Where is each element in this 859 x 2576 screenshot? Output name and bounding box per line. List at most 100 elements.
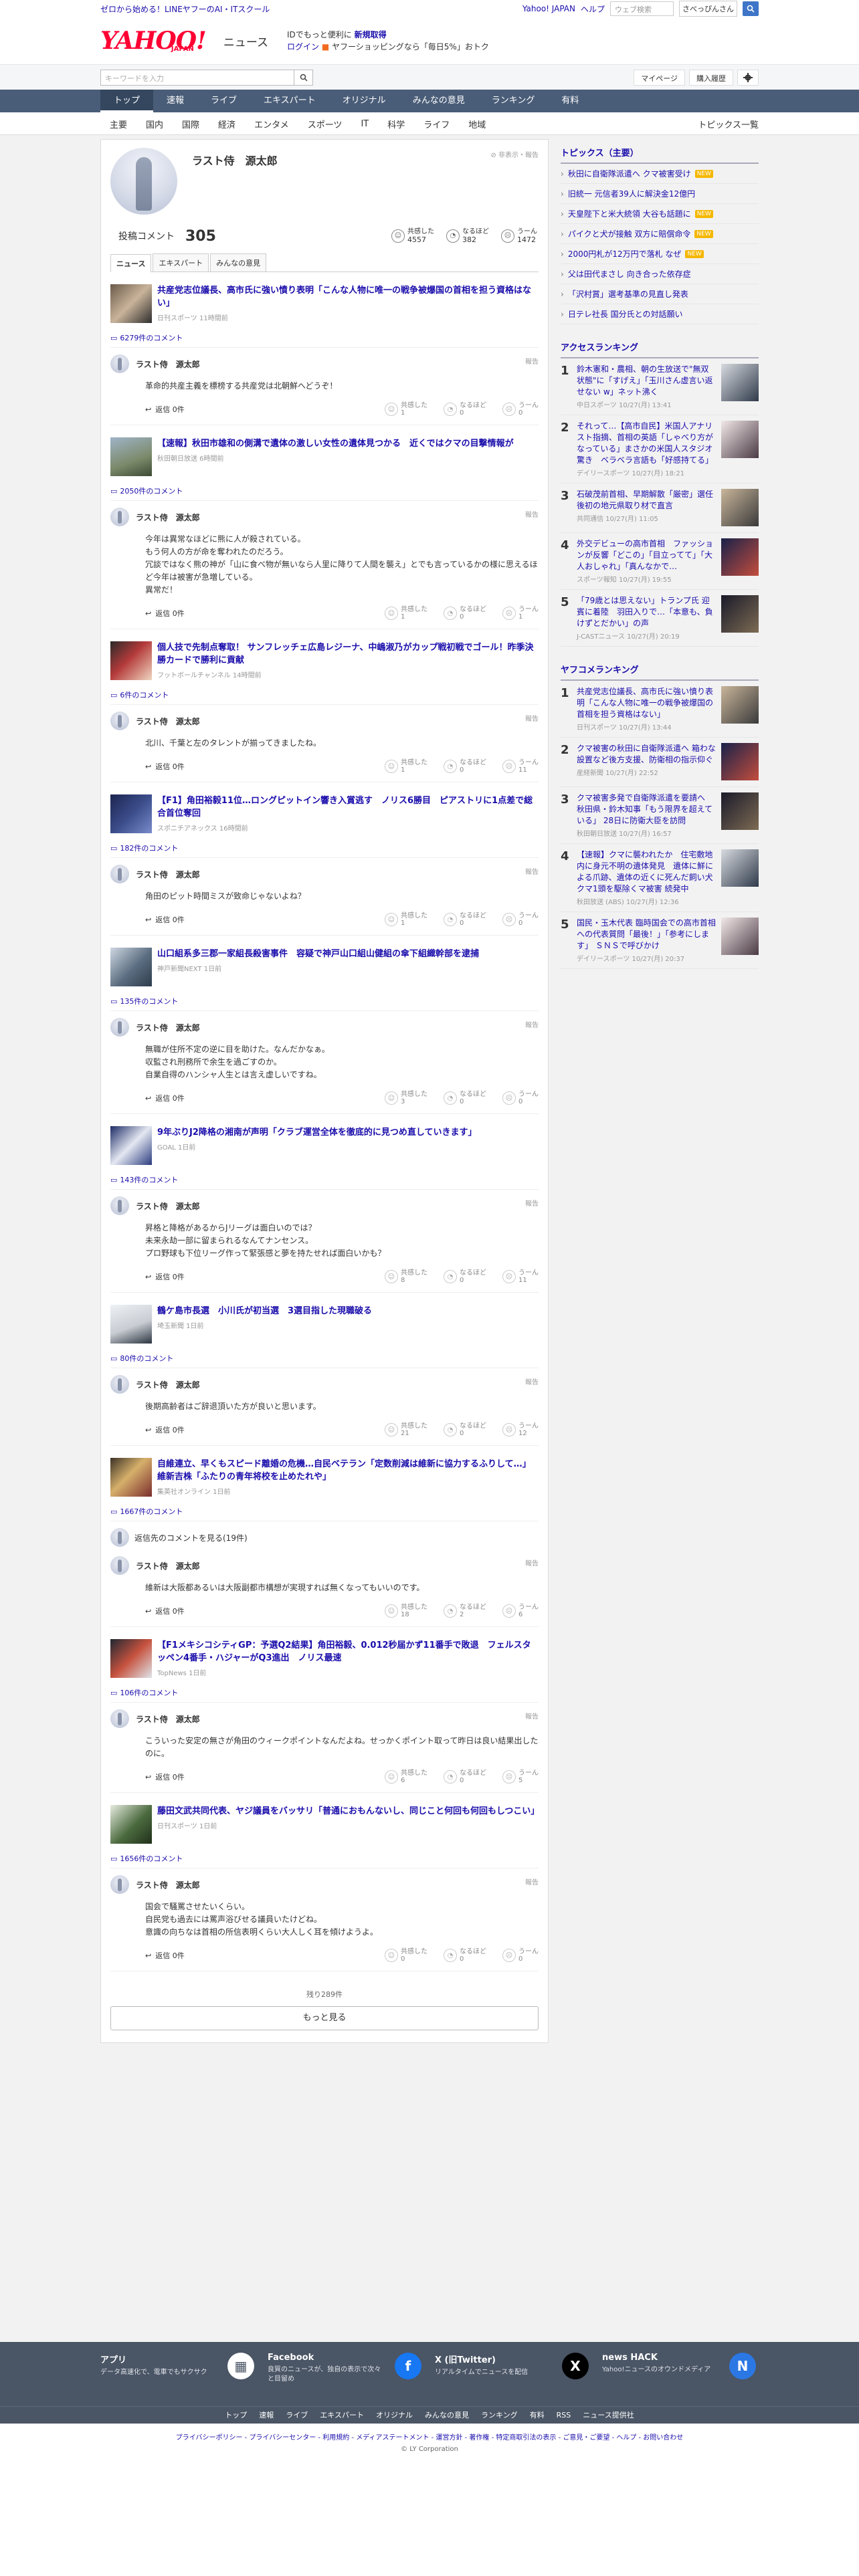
reaction-button-2[interactable]: ☹ うーん 1	[502, 606, 539, 621]
report-link[interactable]: 報告	[525, 1019, 539, 1029]
reply-button[interactable]: ↩ 返信 0件	[145, 1271, 185, 1282]
nav-tab-7[interactable]: 有料	[548, 90, 592, 112]
reply-button[interactable]: ↩ 返信 0件	[145, 914, 185, 925]
web-search-input[interactable]: ウェブ検索	[610, 1, 674, 16]
comment-count-link[interactable]: ▭ 1667件のコメント	[110, 1506, 539, 1521]
avatar[interactable]	[110, 1196, 129, 1215]
footer-links[interactable]: プライバシーポリシー - プライバシーセンター - 利用規約 - メディアステー…	[0, 2432, 859, 2442]
article-title[interactable]: 【F1メキシコシティGP：予選Q2結果】角田裕毅、0.012秒届かず11番手で敗…	[157, 1640, 531, 1663]
article-thumbnail[interactable]	[110, 794, 152, 833]
news-search-input[interactable]: キーワードを入力	[100, 70, 294, 86]
avatar[interactable]	[110, 1556, 129, 1575]
nav-tab-5[interactable]: みんなの意見	[399, 90, 478, 112]
reaction-button-1[interactable]: ◔ なるほど 0	[444, 1269, 486, 1284]
reaction-button-0[interactable]: ☺ 共感した 3	[385, 1091, 427, 1105]
subnav-item-3[interactable]: 経済	[209, 118, 245, 130]
subnav-item-5[interactable]: スポーツ	[298, 118, 352, 130]
subnav-item-1[interactable]: 国内	[136, 118, 173, 130]
comment-user-name[interactable]: ラスト侍 源太郎	[136, 1713, 200, 1725]
article-title[interactable]: 鶴ケ島市長選 小川氏が初当選 3選目指した現職破る	[157, 1306, 372, 1316]
comment-user-name[interactable]: ラスト侍 源太郎	[136, 1022, 200, 1033]
avatar[interactable]	[110, 354, 129, 373]
news-search-button[interactable]	[294, 70, 313, 86]
footer-card[interactable]: Facebook 良質のニュースが、独自の表示で次々と目留め f	[268, 2353, 421, 2384]
footer-nav-link[interactable]: 速報	[259, 2407, 274, 2424]
reply-button[interactable]: ↩ 返信 0件	[145, 1606, 185, 1616]
reaction-button-2[interactable]: ☹ うーん 12	[502, 1422, 539, 1437]
reply-button[interactable]: ↩ 返信 0件	[145, 404, 185, 415]
reaction-button-0[interactable]: ☺ 共感した 0	[385, 1948, 427, 1963]
comment-count-link[interactable]: ▭ 143件のコメント	[110, 1174, 539, 1190]
report-link[interactable]: 報告	[525, 1711, 539, 1721]
footer-nav-link[interactable]: ランキング	[481, 2407, 518, 2424]
reaction-button-0[interactable]: ☺ 共感した 1	[385, 912, 427, 927]
comment-count-link[interactable]: ▭ 182件のコメント	[110, 843, 539, 858]
tab-0[interactable]: ニュース	[110, 254, 152, 272]
report-link[interactable]: 報告	[525, 509, 539, 519]
mypage-button[interactable]: マイページ	[634, 70, 685, 86]
reaction-button-2[interactable]: ☹ うーん 0	[502, 1948, 539, 1963]
nav-tab-2[interactable]: ライブ	[197, 90, 250, 112]
ranking-item[interactable]: 5 「79歳とは思えない」トランプ氏 迎賓に着陸 羽田入りで…「本意も、負けずとだ…	[561, 590, 759, 647]
reaction-button-0[interactable]: ☺ 共感した 18	[385, 1604, 427, 1618]
report-link[interactable]: 報告	[525, 1558, 539, 1568]
nav-tab-3[interactable]: エキスパート	[250, 90, 329, 112]
nav-tab-1[interactable]: 速報	[153, 90, 197, 112]
topic-item[interactable]: 「沢村賞」選考基準の見直し発表	[561, 284, 759, 304]
footer-card[interactable]: アプリ データ高速化で、電車でもサクサク ▦	[100, 2353, 254, 2384]
reply-button[interactable]: ↩ 返信 0件	[145, 761, 185, 772]
article-title[interactable]: 山口組系多三郡一家組長殺害事件 容疑で神戸山口組山健組の傘下組織幹部を逮捕	[157, 949, 479, 959]
avatar[interactable]	[110, 1018, 129, 1037]
article-thumbnail[interactable]	[110, 437, 152, 476]
footer-nav-link[interactable]: トップ	[225, 2407, 247, 2424]
comment-user-name[interactable]: ラスト侍 源太郎	[136, 1200, 200, 1212]
reaction-button-1[interactable]: ◔ なるほど 0	[444, 606, 486, 621]
reaction-button-1[interactable]: ◔ なるほど 0	[444, 402, 486, 417]
comment-count-link[interactable]: ▭ 6279件のコメント	[110, 332, 539, 348]
article-thumbnail[interactable]	[110, 948, 152, 986]
comment-count-link[interactable]: ▭ 106件のコメント	[110, 1687, 539, 1703]
ranking-item[interactable]: 2 それって…【高市自民】米国人アナリスト指摘、首相の英語「しゃべり方がなっている…	[561, 415, 759, 484]
nav-tab-4[interactable]: オリジナル	[329, 90, 399, 112]
footer-nav-link[interactable]: 有料	[530, 2407, 545, 2424]
report-link[interactable]: 報告	[525, 1198, 539, 1208]
reaction-button-2[interactable]: ☹ うーん 0	[502, 1091, 539, 1105]
comment-count-link[interactable]: ▭ 1656件のコメント	[110, 1853, 539, 1868]
yahoo-news-logo[interactable]: YAHOO! JAPAN ニュース	[100, 27, 268, 55]
reaction-button-0[interactable]: ☺ 共感した 21	[385, 1422, 427, 1437]
comment-user-name[interactable]: ラスト侍 源太郎	[136, 1379, 200, 1390]
comment-count-link[interactable]: ▭ 135件のコメント	[110, 996, 539, 1011]
report-link[interactable]: 報告	[525, 1876, 539, 1887]
ranking-item[interactable]: 2 クマ被害の秋田に自衛隊派遣へ 箱わな設置など後方支援、防衛相の指示仰ぐ 産経新聞…	[561, 738, 759, 787]
topic-item[interactable]: 2000円札が12万円で落札 なぜNEW	[561, 244, 759, 264]
yahoo-japan-link[interactable]: Yahoo! JAPAN	[522, 4, 575, 13]
article-thumbnail[interactable]	[110, 284, 152, 323]
topic-item[interactable]: 秋田に自衛隊派遣へ クマ被害受けNEW	[561, 164, 759, 184]
avatar[interactable]	[110, 1375, 129, 1394]
reaction-button-1[interactable]: ◔ なるほど 2	[444, 1604, 486, 1618]
topic-item[interactable]: 父は田代まさし 向き合った依存症	[561, 264, 759, 284]
article-title[interactable]: 個人技で先制点奪取！ サンフレッチェ広島レジーナ、中嶋淑乃がカップ戦初戦でゴール…	[157, 643, 534, 665]
article-thumbnail[interactable]	[110, 1305, 152, 1344]
reaction-button-1[interactable]: ◔ なるほど 0	[444, 759, 486, 774]
reaction-button-1[interactable]: ◔ なるほど 0	[444, 912, 486, 927]
report-link[interactable]: 報告	[525, 713, 539, 723]
purchase-history-button[interactable]: 購入履歴	[689, 70, 733, 86]
subnav-item-8[interactable]: ライフ	[414, 118, 459, 130]
footer-nav-link[interactable]: オリジナル	[376, 2407, 413, 2424]
reaction-button-2[interactable]: ☹ うーん 5	[502, 1769, 539, 1784]
article-title[interactable]: 9年ぶりJ2降格の湘南が声明「クラブ運営全体を徹底的に見つめ直していきます」	[157, 1128, 477, 1138]
reply-button[interactable]: ↩ 返信 0件	[145, 1424, 185, 1435]
topic-item[interactable]: パイクと犬が接触 双方に賠償命令NEW	[561, 224, 759, 244]
reaction-button-0[interactable]: ☺ 共感した 1	[385, 606, 427, 621]
article-thumbnail[interactable]	[110, 1126, 152, 1165]
help-link[interactable]: ヘルプ	[581, 3, 605, 15]
hide-report-link[interactable]: ⊘ 非表示・報告	[490, 149, 539, 159]
ranking-item[interactable]: 3 石破茂前首相、早期解散「厳密」選任後初の地元県取り材で直言 共同通信 10/27…	[561, 484, 759, 533]
article-thumbnail[interactable]	[110, 1639, 152, 1678]
reaction-button-0[interactable]: ☺ 共感した 1	[385, 402, 427, 417]
ranking-item[interactable]: 5 国民・玉木代表 臨時国会での高市首相への代表質問「最後！」「参考にします」 Ｓ…	[561, 912, 759, 969]
tab-2[interactable]: みんなの意見	[210, 253, 267, 272]
footer-nav-link[interactable]: みんなの意見	[425, 2407, 469, 2424]
settings-button[interactable]	[737, 70, 759, 86]
